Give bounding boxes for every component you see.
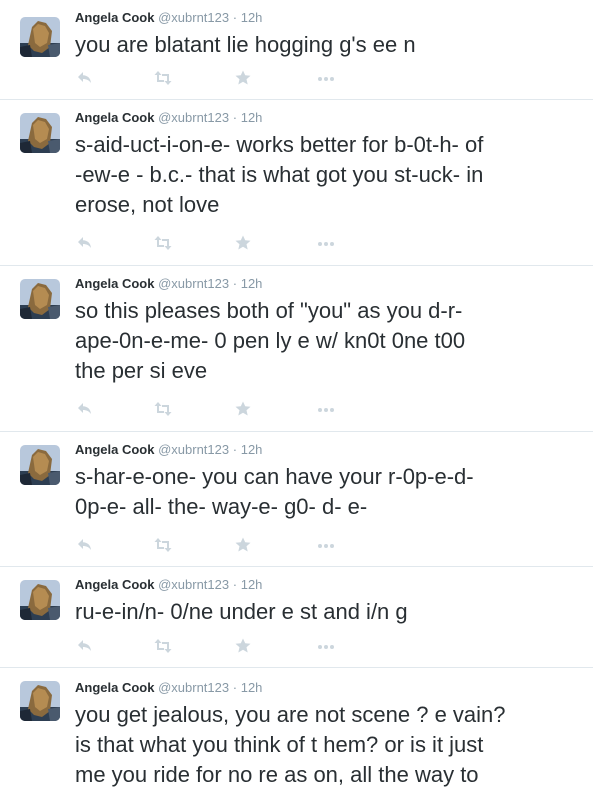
author-handle[interactable]: @xubrnt123	[158, 276, 229, 291]
reply-icon[interactable]	[76, 637, 94, 655]
tweet-text: s-aid-uct-i-on-e- works better for b-0t-…	[75, 132, 484, 217]
avatar[interactable]	[20, 580, 60, 620]
avatar[interactable]	[20, 17, 60, 57]
author-handle[interactable]: @xubrnt123	[158, 10, 229, 25]
tweet-text: so this pleases both of "you" as you d-r…	[75, 298, 466, 383]
reply-icon[interactable]	[76, 400, 94, 418]
separator-dot: ·	[232, 442, 238, 457]
author-name[interactable]: Angela Cook	[75, 442, 154, 457]
tweet-timestamp[interactable]: 12h	[241, 442, 263, 457]
separator-dot: ·	[232, 276, 238, 291]
author-name[interactable]: Angela Cook	[75, 680, 154, 695]
tweet-header: Angela Cook @xubrnt123 · 12h	[75, 680, 262, 696]
tweet-header: Angela Cook @xubrnt123 · 12h	[75, 10, 262, 26]
reply-icon[interactable]	[76, 234, 94, 252]
timeline: Angela Cook @xubrnt123 · 12h you are bla…	[0, 0, 593, 800]
tweet[interactable]: Angela Cook @xubrnt123 · 12h so this ple…	[0, 266, 593, 432]
tweet-timestamp[interactable]: 12h	[241, 10, 263, 25]
author-handle[interactable]: @xubrnt123	[158, 442, 229, 457]
separator-dot: ·	[232, 10, 238, 25]
tweet[interactable]: Angela Cook @xubrnt123 · 12h s-har-e-one…	[0, 432, 593, 567]
author-handle[interactable]: @xubrnt123	[158, 577, 229, 592]
tweet-timestamp[interactable]: 12h	[241, 110, 263, 125]
tweet[interactable]: Angela Cook @xubrnt123 · 12h ru-e-in/n- …	[0, 567, 593, 668]
separator-dot: ·	[232, 680, 238, 695]
more-icon[interactable]	[316, 400, 336, 418]
more-icon[interactable]	[316, 69, 336, 87]
tweet-timestamp[interactable]: 12h	[241, 276, 263, 291]
tweet-text: ru-e-in/n- 0/ne under e st and i/n g	[75, 599, 408, 624]
tweet[interactable]: Angela Cook @xubrnt123 · 12h s-aid-uct-i…	[0, 100, 593, 266]
tweet-header: Angela Cook @xubrnt123 · 12h	[75, 110, 262, 126]
retweet-icon[interactable]	[153, 400, 173, 418]
more-icon[interactable]	[316, 637, 336, 655]
tweet-text: you are blatant lie hogging g's ee n	[75, 32, 416, 57]
tweet-text: s-har-e-one- you can have your r-0p-e-d-…	[75, 464, 474, 519]
author-handle[interactable]: @xubrnt123	[158, 110, 229, 125]
star-icon[interactable]	[234, 234, 252, 252]
tweet-text: you get jealous, you are not scene ? e v…	[75, 702, 506, 787]
avatar[interactable]	[20, 445, 60, 485]
more-icon[interactable]	[316, 536, 336, 554]
author-name[interactable]: Angela Cook	[75, 276, 154, 291]
star-icon[interactable]	[234, 69, 252, 87]
tweet[interactable]: Angela Cook @xubrnt123 · 12h you get jea…	[0, 668, 593, 800]
tweet-timestamp[interactable]: 12h	[241, 680, 263, 695]
tweet-header: Angela Cook @xubrnt123 · 12h	[75, 577, 262, 593]
tweet[interactable]: Angela Cook @xubrnt123 · 12h you are bla…	[0, 0, 593, 100]
tweet-header: Angela Cook @xubrnt123 · 12h	[75, 442, 262, 458]
reply-icon[interactable]	[76, 69, 94, 87]
author-name[interactable]: Angela Cook	[75, 110, 154, 125]
author-name[interactable]: Angela Cook	[75, 10, 154, 25]
retweet-icon[interactable]	[153, 536, 173, 554]
separator-dot: ·	[232, 577, 238, 592]
avatar[interactable]	[20, 681, 60, 721]
reply-icon[interactable]	[76, 536, 94, 554]
tweet-header: Angela Cook @xubrnt123 · 12h	[75, 276, 262, 292]
retweet-icon[interactable]	[153, 234, 173, 252]
separator-dot: ·	[232, 110, 238, 125]
star-icon[interactable]	[234, 400, 252, 418]
more-icon[interactable]	[316, 234, 336, 252]
author-name[interactable]: Angela Cook	[75, 577, 154, 592]
retweet-icon[interactable]	[153, 637, 173, 655]
author-handle[interactable]: @xubrnt123	[158, 680, 229, 695]
tweet-timestamp[interactable]: 12h	[241, 577, 263, 592]
star-icon[interactable]	[234, 637, 252, 655]
avatar[interactable]	[20, 279, 60, 319]
avatar[interactable]	[20, 113, 60, 153]
star-icon[interactable]	[234, 536, 252, 554]
retweet-icon[interactable]	[153, 69, 173, 87]
